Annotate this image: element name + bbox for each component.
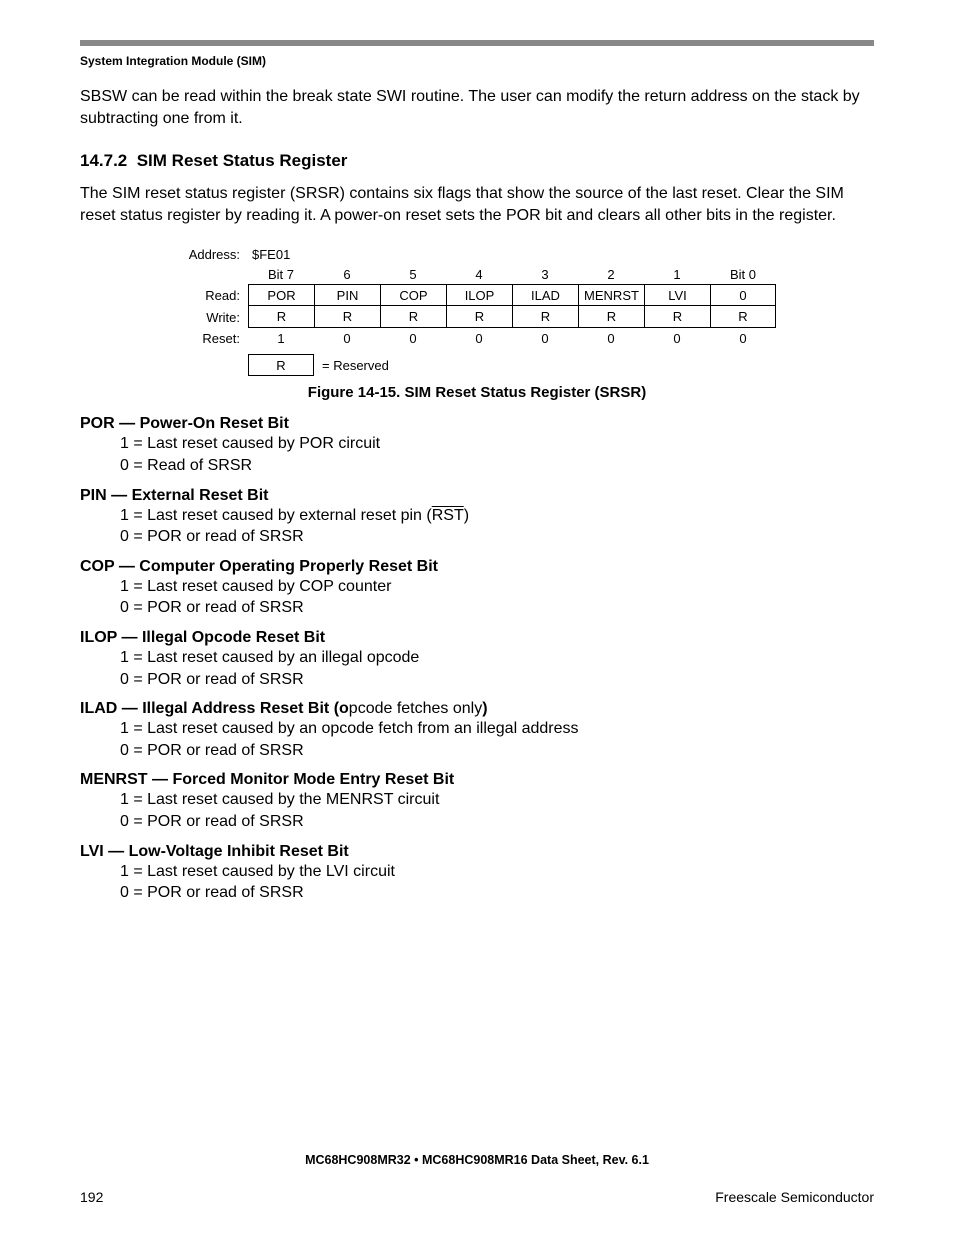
field-title: COP — Computer Operating Properly Reset … <box>80 558 874 576</box>
bit-header: 2 <box>578 264 644 284</box>
field-desc: 0 = Read of SRSR <box>120 455 874 477</box>
field-title: ILAD — Illegal Address Reset Bit (opcode… <box>80 700 874 718</box>
write-cell: R <box>380 306 446 328</box>
read-cell: 0 <box>710 284 776 306</box>
field-title: POR — Power-On Reset Bit <box>80 415 874 433</box>
legend-text: = Reserved <box>322 358 389 373</box>
bit-header: 4 <box>446 264 512 284</box>
field-title: ILOP — Illegal Opcode Reset Bit <box>80 629 874 647</box>
bit-header: 1 <box>644 264 710 284</box>
field-desc: 0 = POR or read of SRSR <box>120 526 874 548</box>
section-number: 14.7.2 <box>80 151 127 170</box>
field-desc: 0 = POR or read of SRSR <box>120 740 874 762</box>
reset-cell: 0 <box>578 328 644 348</box>
figure-caption: Figure 14-15. SIM Reset Status Register … <box>80 384 874 401</box>
section-paragraph: The SIM reset status register (SRSR) con… <box>80 183 874 226</box>
reset-row: 1 0 0 0 0 0 0 0 <box>248 328 776 348</box>
field-title: PIN — External Reset Bit <box>80 487 874 505</box>
reset-cell: 0 <box>446 328 512 348</box>
write-cell: R <box>248 306 314 328</box>
read-cell: ILOP <box>446 284 512 306</box>
register-diagram: Address: $FE01 Bit 7 6 5 4 3 2 1 Bit 0 R… <box>180 244 874 376</box>
bit-header: Bit 0 <box>710 264 776 284</box>
read-cell: PIN <box>314 284 380 306</box>
reset-label: Reset: <box>180 328 248 348</box>
field-cop: COP — Computer Operating Properly Reset … <box>80 558 874 619</box>
reset-cell: 0 <box>512 328 578 348</box>
read-label: Read: <box>180 284 248 306</box>
field-desc: 1 = Last reset caused by the MENRST circ… <box>120 789 874 811</box>
address-label: Address: <box>180 244 248 264</box>
top-rule <box>80 40 874 46</box>
legend-symbol: R <box>248 354 314 376</box>
field-desc: 0 = POR or read of SRSR <box>120 669 874 691</box>
read-cell: MENRST <box>578 284 644 306</box>
read-cell: POR <box>248 284 314 306</box>
field-por: POR — Power-On Reset Bit 1 = Last reset … <box>80 415 874 476</box>
page-number: 192 <box>80 1189 103 1205</box>
footer: MC68HC908MR32 • MC68HC908MR16 Data Sheet… <box>80 1153 874 1205</box>
read-cell: ILAD <box>512 284 578 306</box>
write-cell: R <box>512 306 578 328</box>
section-heading: 14.7.2 SIM Reset Status Register <box>80 151 874 171</box>
reset-cell: 0 <box>380 328 446 348</box>
write-cell: R <box>644 306 710 328</box>
bit-header-row: Bit 7 6 5 4 3 2 1 Bit 0 <box>248 264 776 284</box>
reset-cell: 0 <box>644 328 710 348</box>
footer-company: Freescale Semiconductor <box>715 1189 874 1205</box>
reset-cell: 0 <box>710 328 776 348</box>
reset-cell: 1 <box>248 328 314 348</box>
address-value: $FE01 <box>248 244 290 264</box>
field-desc: 1 = Last reset caused by an illegal opco… <box>120 647 874 669</box>
field-ilad: ILAD — Illegal Address Reset Bit (opcode… <box>80 700 874 761</box>
field-desc: 1 = Last reset caused by an opcode fetch… <box>120 718 874 740</box>
field-desc: 1 = Last reset caused by POR circuit <box>120 433 874 455</box>
field-desc: 0 = POR or read of SRSR <box>120 597 874 619</box>
intro-paragraph: SBSW can be read within the break state … <box>80 86 874 129</box>
field-menrst: MENRST — Forced Monitor Mode Entry Reset… <box>80 771 874 832</box>
bit-header: Bit 7 <box>248 264 314 284</box>
field-desc: 0 = POR or read of SRSR <box>120 882 874 904</box>
reset-cell: 0 <box>314 328 380 348</box>
field-title: MENRST — Forced Monitor Mode Entry Reset… <box>80 771 874 789</box>
read-cell: COP <box>380 284 446 306</box>
field-desc: 0 = POR or read of SRSR <box>120 811 874 833</box>
write-cell: R <box>578 306 644 328</box>
bit-header: 3 <box>512 264 578 284</box>
write-label: Write: <box>180 306 248 328</box>
field-desc: 1 = Last reset caused by external reset … <box>120 505 874 527</box>
read-row: POR PIN COP ILOP ILAD MENRST LVI 0 <box>248 284 776 306</box>
write-cell: R <box>314 306 380 328</box>
legend-line: R = Reserved <box>180 354 874 376</box>
bit-header: 5 <box>380 264 446 284</box>
field-desc: 1 = Last reset caused by COP counter <box>120 576 874 598</box>
field-ilop: ILOP — Illegal Opcode Reset Bit 1 = Last… <box>80 629 874 690</box>
field-title: LVI — Low-Voltage Inhibit Reset Bit <box>80 843 874 861</box>
field-lvi: LVI — Low-Voltage Inhibit Reset Bit 1 = … <box>80 843 874 904</box>
write-cell: R <box>710 306 776 328</box>
running-head: System Integration Module (SIM) <box>80 54 874 68</box>
section-title: SIM Reset Status Register <box>137 151 348 170</box>
footer-doc-title: MC68HC908MR32 • MC68HC908MR16 Data Sheet… <box>80 1153 874 1167</box>
field-pin: PIN — External Reset Bit 1 = Last reset … <box>80 487 874 548</box>
bit-header: 6 <box>314 264 380 284</box>
field-desc: 1 = Last reset caused by the LVI circuit <box>120 861 874 883</box>
write-row: R R R R R R R R <box>248 306 776 328</box>
read-cell: LVI <box>644 284 710 306</box>
write-cell: R <box>446 306 512 328</box>
